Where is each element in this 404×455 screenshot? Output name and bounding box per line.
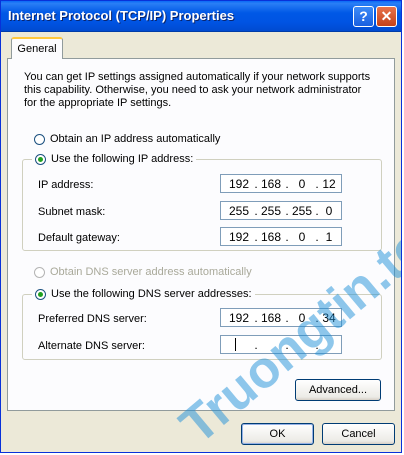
- subnet-mask-label: Subnet mask:: [38, 206, 106, 218]
- ok-button[interactable]: OK: [241, 423, 314, 445]
- title-bar: Internet Protocol (TCP/IP) Properties ? …: [1, 1, 401, 32]
- ip-octet-4: 12: [322, 177, 336, 191]
- tab-general[interactable]: General: [11, 37, 63, 59]
- use-dns-option[interactable]: Use the following DNS server addresses:: [32, 288, 255, 300]
- pdns-octet-1: 192: [228, 311, 250, 325]
- ip-address-label: IP address:: [38, 179, 94, 191]
- obtain-ip-auto-option[interactable]: Obtain an IP address automatically: [34, 133, 220, 145]
- gateway-octet-2: 168: [260, 230, 282, 244]
- default-gateway-label: Default gateway:: [38, 232, 120, 244]
- pdns-octet-3: 0: [298, 311, 306, 325]
- ip-octet-3: 0: [298, 177, 306, 191]
- close-icon: ✕: [380, 8, 393, 24]
- ip-address-input[interactable]: 192 . 168 . 0 . 12: [220, 174, 342, 193]
- use-ip-option[interactable]: Use the following IP address:: [32, 153, 197, 165]
- use-dns-radio[interactable]: [35, 288, 46, 300]
- pdns-octet-4: 34: [322, 311, 336, 325]
- obtain-dns-auto-radio[interactable]: [34, 266, 45, 278]
- close-button[interactable]: ✕: [376, 6, 397, 27]
- preferred-dns-input[interactable]: 192 . 168 . 0 . 34: [220, 308, 342, 327]
- text-caret: [235, 338, 236, 351]
- default-gateway-input[interactable]: 192 . 168 . 0 . 1: [220, 227, 342, 246]
- mask-octet-1: 255: [228, 204, 250, 218]
- obtain-ip-auto-radio[interactable]: [34, 133, 45, 145]
- obtain-dns-auto-option[interactable]: Obtain DNS server address automatically: [34, 266, 252, 278]
- subnet-mask-input[interactable]: 255 . 255 . 255 . 0: [220, 201, 342, 220]
- window-title: Internet Protocol (TCP/IP) Properties: [8, 8, 235, 23]
- gateway-octet-4: 1: [325, 230, 333, 244]
- cancel-button[interactable]: Cancel: [322, 423, 395, 445]
- help-icon: ?: [359, 8, 368, 24]
- gateway-octet-3: 0: [298, 230, 306, 244]
- use-ip-radio[interactable]: [35, 153, 46, 165]
- use-ip-label: Use the following IP address:: [51, 153, 194, 165]
- help-button[interactable]: ?: [353, 6, 374, 27]
- alternate-dns-input[interactable]: . . .: [220, 335, 342, 354]
- preferred-dns-label: Preferred DNS server:: [38, 313, 147, 325]
- mask-octet-2: 255: [260, 204, 282, 218]
- ip-octet-1: 192: [228, 177, 250, 191]
- general-panel: You can get IP settings assigned automat…: [7, 58, 395, 411]
- obtain-ip-auto-label: Obtain an IP address automatically: [50, 133, 221, 145]
- pdns-octet-2: 168: [260, 311, 282, 325]
- obtain-dns-auto-label: Obtain DNS server address automatically: [50, 266, 252, 278]
- mask-octet-4: 0: [325, 204, 333, 218]
- properties-dialog: Internet Protocol (TCP/IP) Properties ? …: [0, 0, 402, 454]
- description-text: You can get IP settings assigned automat…: [24, 71, 371, 109]
- use-dns-label: Use the following DNS server addresses:: [51, 288, 252, 300]
- advanced-button[interactable]: Advanced...: [295, 379, 381, 401]
- alternate-dns-label: Alternate DNS server:: [38, 340, 145, 352]
- ip-octet-2: 168: [260, 177, 282, 191]
- gateway-octet-1: 192: [228, 230, 250, 244]
- mask-octet-3: 255: [291, 204, 313, 218]
